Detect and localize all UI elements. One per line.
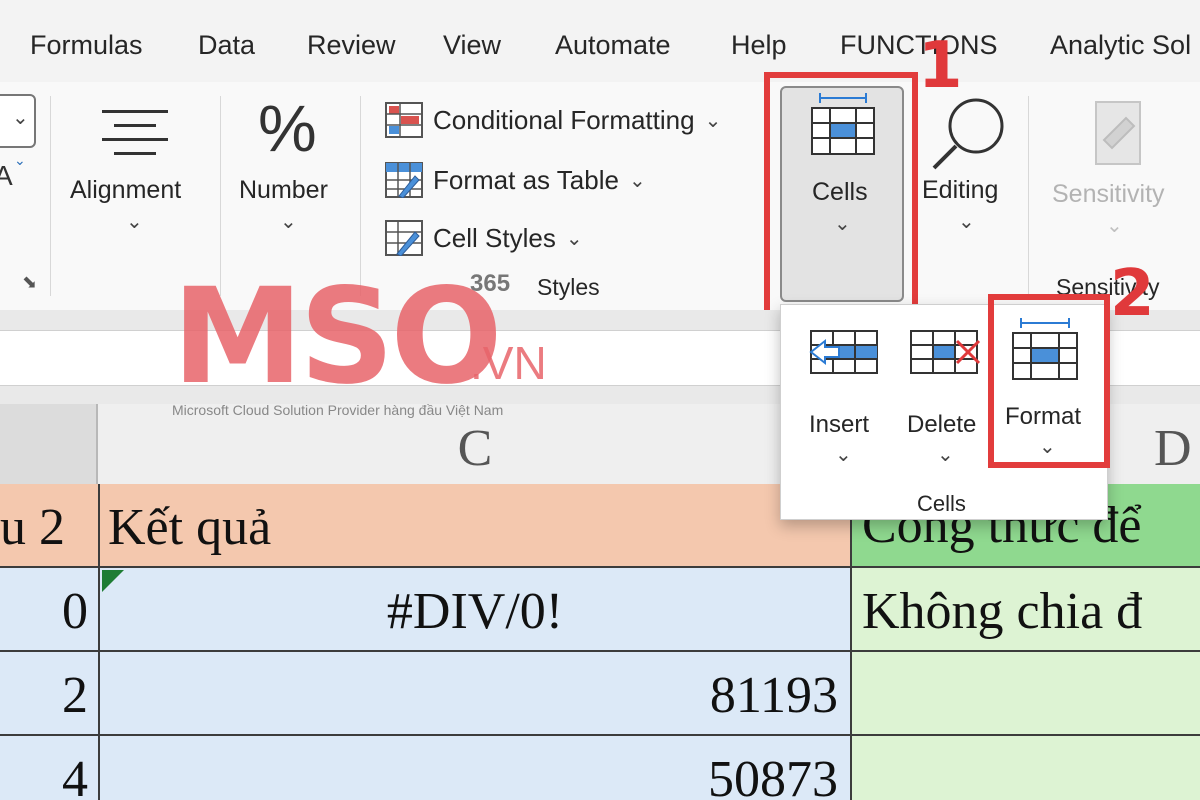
tab-formulas[interactable]: Formulas	[30, 30, 143, 61]
chevron-down-icon: ⌄	[280, 211, 297, 233]
chevron-down-icon: ⌄	[126, 211, 143, 233]
group-separator	[1028, 96, 1029, 296]
insert-cells-icon	[809, 330, 878, 374]
watermark-logo-text: MSO	[172, 260, 503, 414]
chevron-down-icon: ⌄	[628, 169, 646, 192]
tab-help[interactable]: Help	[731, 30, 787, 61]
cell-styles-icon	[385, 220, 423, 256]
tab-analytic-solver[interactable]: Analytic Sol	[1050, 30, 1191, 61]
percent-icon: %	[258, 91, 317, 165]
chevron-down-icon: ⌄	[937, 444, 954, 466]
watermark-365: 365	[470, 270, 511, 297]
delete-button[interactable]: Delete ⌄	[899, 319, 991, 469]
group-separator	[50, 96, 51, 296]
number-label: Number	[239, 176, 328, 204]
menu-bar: Formulas Data Review View Automate Help …	[0, 0, 1200, 82]
chevron-down-icon: ⌄	[835, 444, 852, 466]
sensitivity-label-icon	[1095, 101, 1141, 165]
number-button[interactable]: % Number ⌄	[236, 90, 346, 250]
chevron-down-icon: ⌄	[12, 107, 29, 129]
chevron-down-icon: ⌄	[14, 152, 26, 168]
mso-watermark-logo: MSO .VN 365	[172, 260, 562, 414]
font-color-partial[interactable]: A	[0, 160, 13, 192]
delete-label: Delete	[907, 411, 977, 438]
dialog-launcher-icon[interactable]: ⬊	[22, 272, 37, 293]
format-as-table-icon	[385, 162, 423, 198]
tab-data[interactable]: Data	[198, 30, 255, 61]
format-as-table-button[interactable]: Format as Table ⌄	[385, 158, 646, 202]
watermark-domain: .VN	[470, 337, 547, 389]
search-icon	[932, 98, 1004, 170]
conditional-formatting-label: Conditional Formatting	[433, 104, 695, 135]
cell-b-header[interactable]: u 2	[0, 484, 100, 568]
cell-c-1[interactable]: #DIV/0!	[100, 568, 852, 652]
tab-view[interactable]: View	[443, 30, 501, 61]
tab-review[interactable]: Review	[307, 30, 396, 61]
delete-cells-icon	[910, 330, 981, 374]
chevron-down-icon: ⌄	[958, 211, 975, 233]
cell-c-3[interactable]: 50873	[100, 736, 852, 800]
chevron-down-icon: ⌄	[565, 227, 583, 250]
tab-automate[interactable]: Automate	[555, 30, 671, 61]
cells-group-label: Cells	[917, 491, 966, 516]
error-indicator-icon	[102, 570, 124, 592]
font-size-dropdown[interactable]: ⌄	[0, 94, 36, 148]
watermark-tagline: Microsoft Cloud Solution Provider hàng đ…	[172, 402, 504, 418]
insert-label: Insert	[809, 411, 870, 438]
cell-styles-label: Cell Styles	[433, 222, 556, 253]
cell-d-3[interactable]	[852, 736, 1200, 800]
align-center-icon	[102, 110, 168, 155]
cell-b-1[interactable]: 0	[0, 568, 100, 652]
cell-d-1[interactable]: Không chia đ	[852, 568, 1200, 652]
cell-c-header[interactable]: Kết quả	[100, 484, 852, 568]
insert-button[interactable]: Insert ⌄	[797, 319, 889, 469]
cell-d-2[interactable]	[852, 652, 1200, 736]
highlight-box-format	[988, 294, 1110, 468]
conditional-formatting-icon	[385, 102, 423, 138]
cell-b-2[interactable]: 2	[0, 652, 100, 736]
alignment-button[interactable]: Alignment ⌄	[70, 90, 200, 250]
editing-label: Editing	[922, 176, 999, 204]
sensitivity-button[interactable]: Sensitivity ⌄	[1050, 90, 1180, 250]
alignment-label: Alignment	[70, 176, 182, 204]
cell-c-2[interactable]: 81193	[100, 652, 852, 736]
sensitivity-label: Sensitivity	[1052, 180, 1165, 208]
editing-button[interactable]: Editing ⌄	[920, 90, 1016, 250]
format-as-table-label: Format as Table	[433, 164, 619, 195]
callout-number-2: 2	[1110, 257, 1155, 331]
callout-number-1: 1	[918, 29, 963, 103]
column-header-d[interactable]: D	[1154, 404, 1200, 484]
chevron-down-icon: ⌄	[704, 109, 722, 132]
highlight-box-cells	[764, 72, 918, 318]
chevron-down-icon: ⌄	[1106, 215, 1123, 237]
cell-b-3[interactable]: 4	[0, 736, 100, 800]
cell-styles-button[interactable]: Cell Styles ⌄	[385, 216, 583, 260]
conditional-formatting-button[interactable]: Conditional Formatting ⌄	[385, 98, 721, 142]
column-header-b[interactable]	[0, 404, 98, 484]
